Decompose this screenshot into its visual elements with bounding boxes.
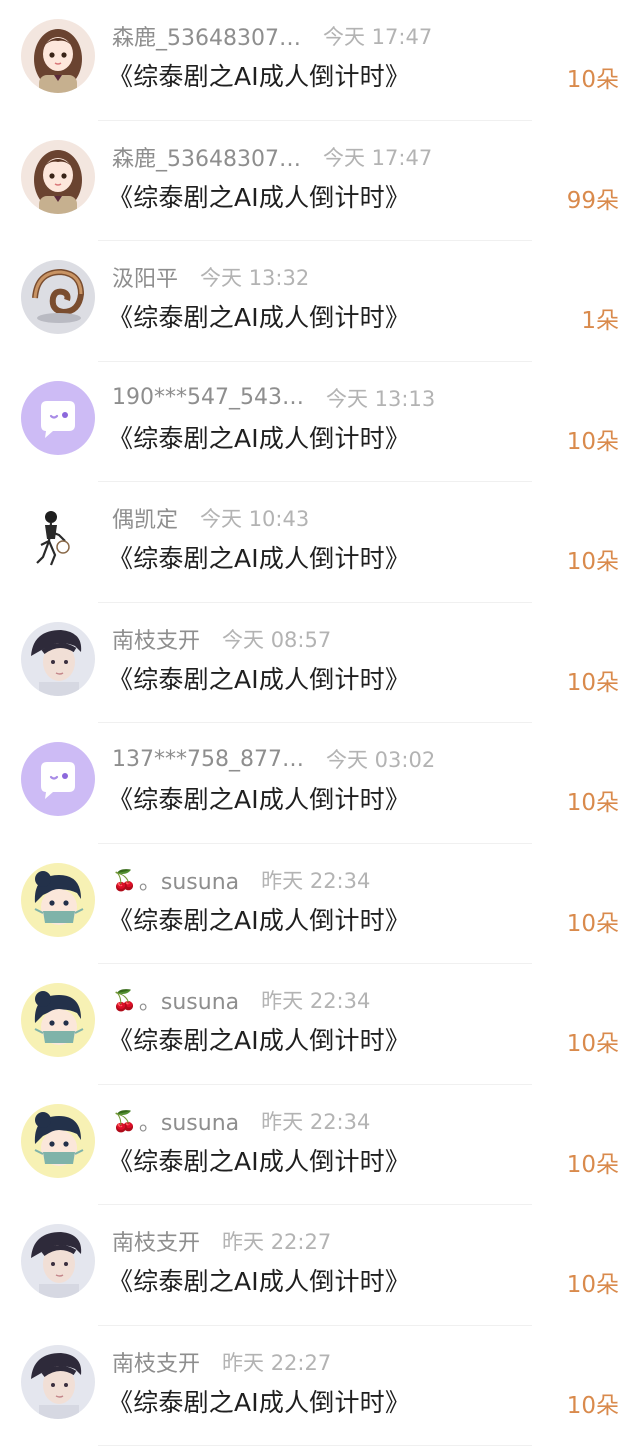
book-title: 《综泰剧之AI成人倒计时》 <box>108 901 410 937</box>
flower-count: 10朵 <box>567 422 619 456</box>
flower-count: 10朵 <box>567 1386 619 1420</box>
username[interactable]: 南枝支开 <box>112 1225 200 1257</box>
avatar-young-man[interactable] <box>21 1224 95 1298</box>
avatar-cartoon-masked[interactable] <box>21 1104 95 1178</box>
avatar-default-chat[interactable] <box>21 742 95 816</box>
gift-record-row[interactable]: 137***758_877… 今天 03:02 《综泰剧之AI成人倒计时》 10朵 <box>0 723 640 844</box>
timestamp: 今天 17:47 <box>323 142 432 172</box>
cherry-icon: 🍒 <box>112 1109 137 1133</box>
username[interactable]: 南枝支开 <box>112 623 200 655</box>
avatar-young-man[interactable] <box>21 1345 95 1419</box>
timestamp: 今天 13:13 <box>326 383 435 413</box>
gift-record-row[interactable]: 南枝支开今天 08:57 《综泰剧之AI成人倒计时》 10朵 <box>0 603 640 724</box>
username[interactable]: 森鹿_53648307… <box>112 20 301 52</box>
book-title: 《综泰剧之AI成人倒计时》 <box>108 1142 410 1178</box>
gift-record-row[interactable]: 🍒。susuna 昨天 22:34 《综泰剧之AI成人倒计时》 10朵 <box>0 1085 640 1206</box>
timestamp: 今天 08:57 <box>222 624 331 654</box>
gift-record-row[interactable]: 南枝支开昨天 22:27 《综泰剧之AI成人倒计时》 10朵 <box>0 1326 640 1446</box>
gift-record-row[interactable]: 🍒。susuna 昨天 22:34 《综泰剧之AI成人倒计时》 10朵 <box>0 964 640 1085</box>
username[interactable]: 偶凯定 <box>112 502 178 534</box>
book-title: 《综泰剧之AI成人倒计时》 <box>108 1262 410 1298</box>
avatar-young-man[interactable] <box>21 622 95 696</box>
timestamp: 今天 17:47 <box>323 21 432 51</box>
avatar-cartoon-masked[interactable] <box>21 983 95 1057</box>
book-title: 《综泰剧之AI成人倒计时》 <box>108 419 410 455</box>
username[interactable]: 森鹿_53648307… <box>112 141 301 173</box>
flower-count: 1朵 <box>581 301 619 335</box>
flower-count: 10朵 <box>567 663 619 697</box>
avatar-default-chat[interactable] <box>21 381 95 455</box>
avatar-sketch-figure[interactable] <box>21 501 95 575</box>
timestamp: 昨天 22:34 <box>261 1106 370 1136</box>
book-title: 《综泰剧之AI成人倒计时》 <box>108 1021 410 1057</box>
book-title: 《综泰剧之AI成人倒计时》 <box>108 298 410 334</box>
flower-count: 10朵 <box>567 1024 619 1058</box>
username[interactable]: 。susuna <box>139 984 239 1016</box>
book-title: 《综泰剧之AI成人倒计时》 <box>108 1383 410 1419</box>
flower-count: 10朵 <box>567 542 619 576</box>
avatar-girl-uniform[interactable] <box>21 140 95 214</box>
gift-record-row[interactable]: 🍒。susuna 昨天 22:34 《综泰剧之AI成人倒计时》 10朵 <box>0 844 640 965</box>
username[interactable]: 。susuna <box>139 864 239 896</box>
gift-record-row[interactable]: 南枝支开昨天 22:27 《综泰剧之AI成人倒计时》 10朵 <box>0 1205 640 1326</box>
book-title: 《综泰剧之AI成人倒计时》 <box>108 539 410 575</box>
flower-count: 99朵 <box>567 181 619 215</box>
flower-count: 10朵 <box>567 1265 619 1299</box>
flower-count: 10朵 <box>567 1145 619 1179</box>
timestamp: 今天 10:43 <box>200 503 309 533</box>
gift-record-row[interactable]: 190***547_543… 今天 13:13 《综泰剧之AI成人倒计时》 10朵 <box>0 362 640 483</box>
cherry-icon: 🍒 <box>112 868 137 892</box>
timestamp: 昨天 22:27 <box>222 1347 331 1377</box>
gift-record-row[interactable]: 汲阳平今天 13:32 《综泰剧之AI成人倒计时》 1朵 <box>0 241 640 362</box>
username[interactable]: 。susuna <box>139 1105 239 1137</box>
avatar-cartoon-masked[interactable] <box>21 863 95 937</box>
book-title: 《综泰剧之AI成人倒计时》 <box>108 660 410 696</box>
timestamp: 昨天 22:34 <box>261 865 370 895</box>
gift-record-row[interactable]: 森鹿_53648307… 今天 17:47 《综泰剧之AI成人倒计时》 10朵 <box>0 0 640 121</box>
flower-count: 10朵 <box>567 783 619 817</box>
gift-record-list: 森鹿_53648307… 今天 17:47 《综泰剧之AI成人倒计时》 10朵 森… <box>0 0 640 1446</box>
book-title: 《综泰剧之AI成人倒计时》 <box>108 57 410 93</box>
timestamp: 今天 13:32 <box>200 262 309 292</box>
timestamp: 今天 03:02 <box>326 744 435 774</box>
gift-record-row[interactable]: 偶凯定今天 10:43 《综泰剧之AI成人倒计时》 10朵 <box>0 482 640 603</box>
username[interactable]: 南枝支开 <box>112 1346 200 1378</box>
timestamp: 昨天 22:34 <box>261 985 370 1015</box>
timestamp: 昨天 22:27 <box>222 1226 331 1256</box>
book-title: 《综泰剧之AI成人倒计时》 <box>108 780 410 816</box>
book-title: 《综泰剧之AI成人倒计时》 <box>108 178 410 214</box>
username[interactable]: 汲阳平 <box>112 261 178 293</box>
cherry-icon: 🍒 <box>112 988 137 1012</box>
avatar-nautilus-shell[interactable] <box>21 260 95 334</box>
username[interactable]: 137***758_877… <box>112 747 304 772</box>
flower-count: 10朵 <box>567 904 619 938</box>
flower-count: 10朵 <box>567 60 619 94</box>
avatar-girl-uniform[interactable] <box>21 19 95 93</box>
gift-record-row[interactable]: 森鹿_53648307… 今天 17:47 《综泰剧之AI成人倒计时》 99朵 <box>0 121 640 242</box>
username[interactable]: 190***547_543… <box>112 385 304 410</box>
